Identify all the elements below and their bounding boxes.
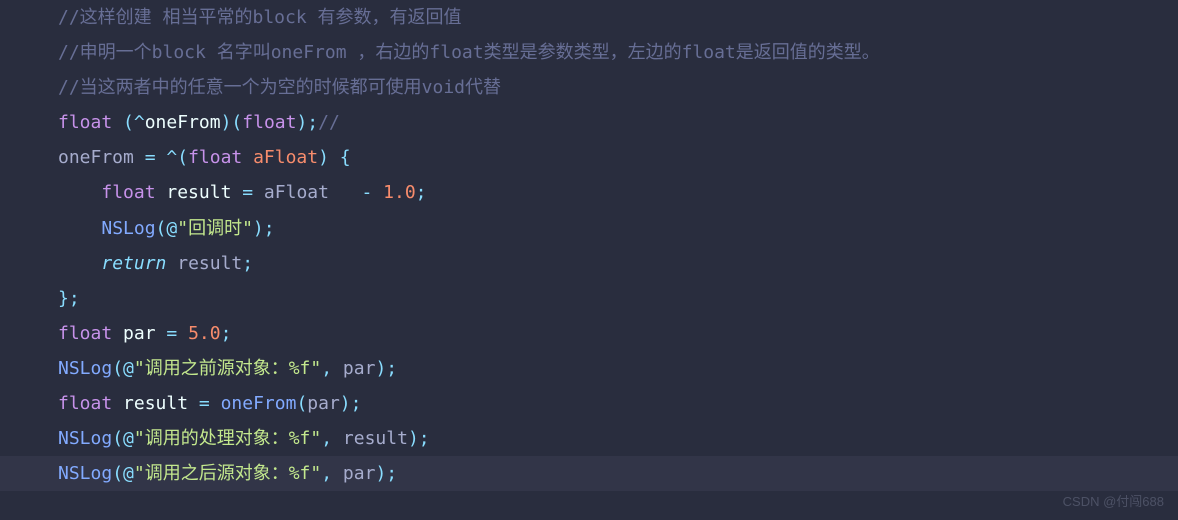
- caret: ^: [166, 147, 177, 168]
- operator: =: [166, 323, 177, 344]
- punct: ) {: [318, 147, 351, 168]
- number: 5.0: [188, 323, 221, 344]
- punct: );: [375, 358, 397, 379]
- operator: =: [134, 147, 167, 168]
- punct: ,: [321, 358, 332, 379]
- string: "调用之前源对象：%f": [134, 358, 321, 379]
- indent: [58, 182, 101, 203]
- code-line-highlighted: NSLog(@"调用之后源对象：%f", par);: [0, 456, 1178, 491]
- caret: ^: [134, 112, 145, 133]
- code-line: oneFrom = ^(float aFloat) {: [58, 140, 1178, 175]
- code-line: NSLog(@"回调时");: [58, 211, 1178, 246]
- at-sign: @: [166, 218, 177, 239]
- code-line: float result = oneFrom(par);: [58, 386, 1178, 421]
- keyword-return: return: [101, 253, 166, 274]
- string: "调用之后源对象：%f": [134, 463, 321, 484]
- string: "回调时": [177, 218, 253, 239]
- identifier: par: [332, 463, 375, 484]
- punct: ,: [321, 463, 332, 484]
- comment: //: [318, 112, 340, 133]
- identifier: result: [166, 253, 242, 274]
- punct: );: [253, 218, 275, 239]
- punct: );: [375, 463, 397, 484]
- space: [210, 393, 221, 414]
- comment: //当这两者中的任意一个为空的时候都可使用void代替: [58, 77, 501, 98]
- punct: };: [58, 288, 80, 309]
- indent: [58, 253, 101, 274]
- keyword: float: [58, 112, 112, 133]
- punct: )(: [221, 112, 243, 133]
- function-call: NSLog: [58, 358, 112, 379]
- comment: //申明一个block 名字叫oneFrom ，右边的float类型是参数类型，…: [58, 42, 880, 63]
- param: aFloat: [242, 147, 318, 168]
- code-line: //申明一个block 名字叫oneFrom ，右边的float类型是参数类型，…: [58, 35, 1178, 70]
- comment: //这样创建 相当平常的block 有参数，有返回值: [58, 7, 462, 28]
- code-line: float result = aFloat - 1.0;: [58, 175, 1178, 210]
- watermark: CSDN @付闯688: [1063, 489, 1164, 514]
- at-sign: @: [123, 358, 134, 379]
- space: [177, 323, 188, 344]
- identifier: par: [332, 358, 375, 379]
- function-call: NSLog: [101, 218, 155, 239]
- code-line: float (^oneFrom)(float);//: [58, 105, 1178, 140]
- keyword: float: [58, 323, 112, 344]
- punct: ,: [321, 428, 332, 449]
- keyword: float: [58, 393, 112, 414]
- identifier: result: [156, 182, 243, 203]
- function-call: oneFrom: [221, 393, 297, 414]
- indent: [58, 218, 101, 239]
- at-sign: @: [123, 428, 134, 449]
- punct: (: [296, 393, 307, 414]
- string: "调用的处理对象：%f": [134, 428, 321, 449]
- punct: (: [177, 147, 188, 168]
- punct: );: [296, 112, 318, 133]
- punct: ;: [221, 323, 232, 344]
- punct: (: [112, 428, 123, 449]
- identifier: result: [112, 393, 199, 414]
- function-call: NSLog: [58, 428, 112, 449]
- punct: (: [156, 218, 167, 239]
- code-line: NSLog(@"调用之前源对象：%f", par);: [58, 351, 1178, 386]
- punct: );: [340, 393, 362, 414]
- code-line: };: [58, 281, 1178, 316]
- code-line: float par = 5.0;: [58, 316, 1178, 351]
- punct: ;: [416, 182, 427, 203]
- keyword: float: [101, 182, 155, 203]
- code-line: //当这两者中的任意一个为空的时候都可使用void代替: [58, 70, 1178, 105]
- space: [372, 182, 383, 203]
- identifier: par: [112, 323, 166, 344]
- identifier: par: [307, 393, 340, 414]
- code-line: NSLog(@"调用的处理对象：%f", result);: [58, 421, 1178, 456]
- identifier: oneFrom: [58, 147, 134, 168]
- identifier: oneFrom: [145, 112, 221, 133]
- code-line: return result;: [58, 246, 1178, 281]
- code-line: //这样创建 相当平常的block 有参数，有返回值: [58, 0, 1178, 35]
- punct: (: [112, 463, 123, 484]
- punct: (: [112, 358, 123, 379]
- keyword: float: [188, 147, 242, 168]
- function-call: NSLog: [58, 463, 112, 484]
- at-sign: @: [123, 463, 134, 484]
- keyword: float: [242, 112, 296, 133]
- text: [112, 112, 123, 133]
- identifier: aFloat: [253, 182, 361, 203]
- identifier: result: [332, 428, 408, 449]
- operator: =: [199, 393, 210, 414]
- punct: );: [408, 428, 430, 449]
- number: 1.0: [383, 182, 416, 203]
- operator: -: [361, 182, 372, 203]
- punct: ;: [242, 253, 253, 274]
- operator: =: [242, 182, 253, 203]
- punct: (: [123, 112, 134, 133]
